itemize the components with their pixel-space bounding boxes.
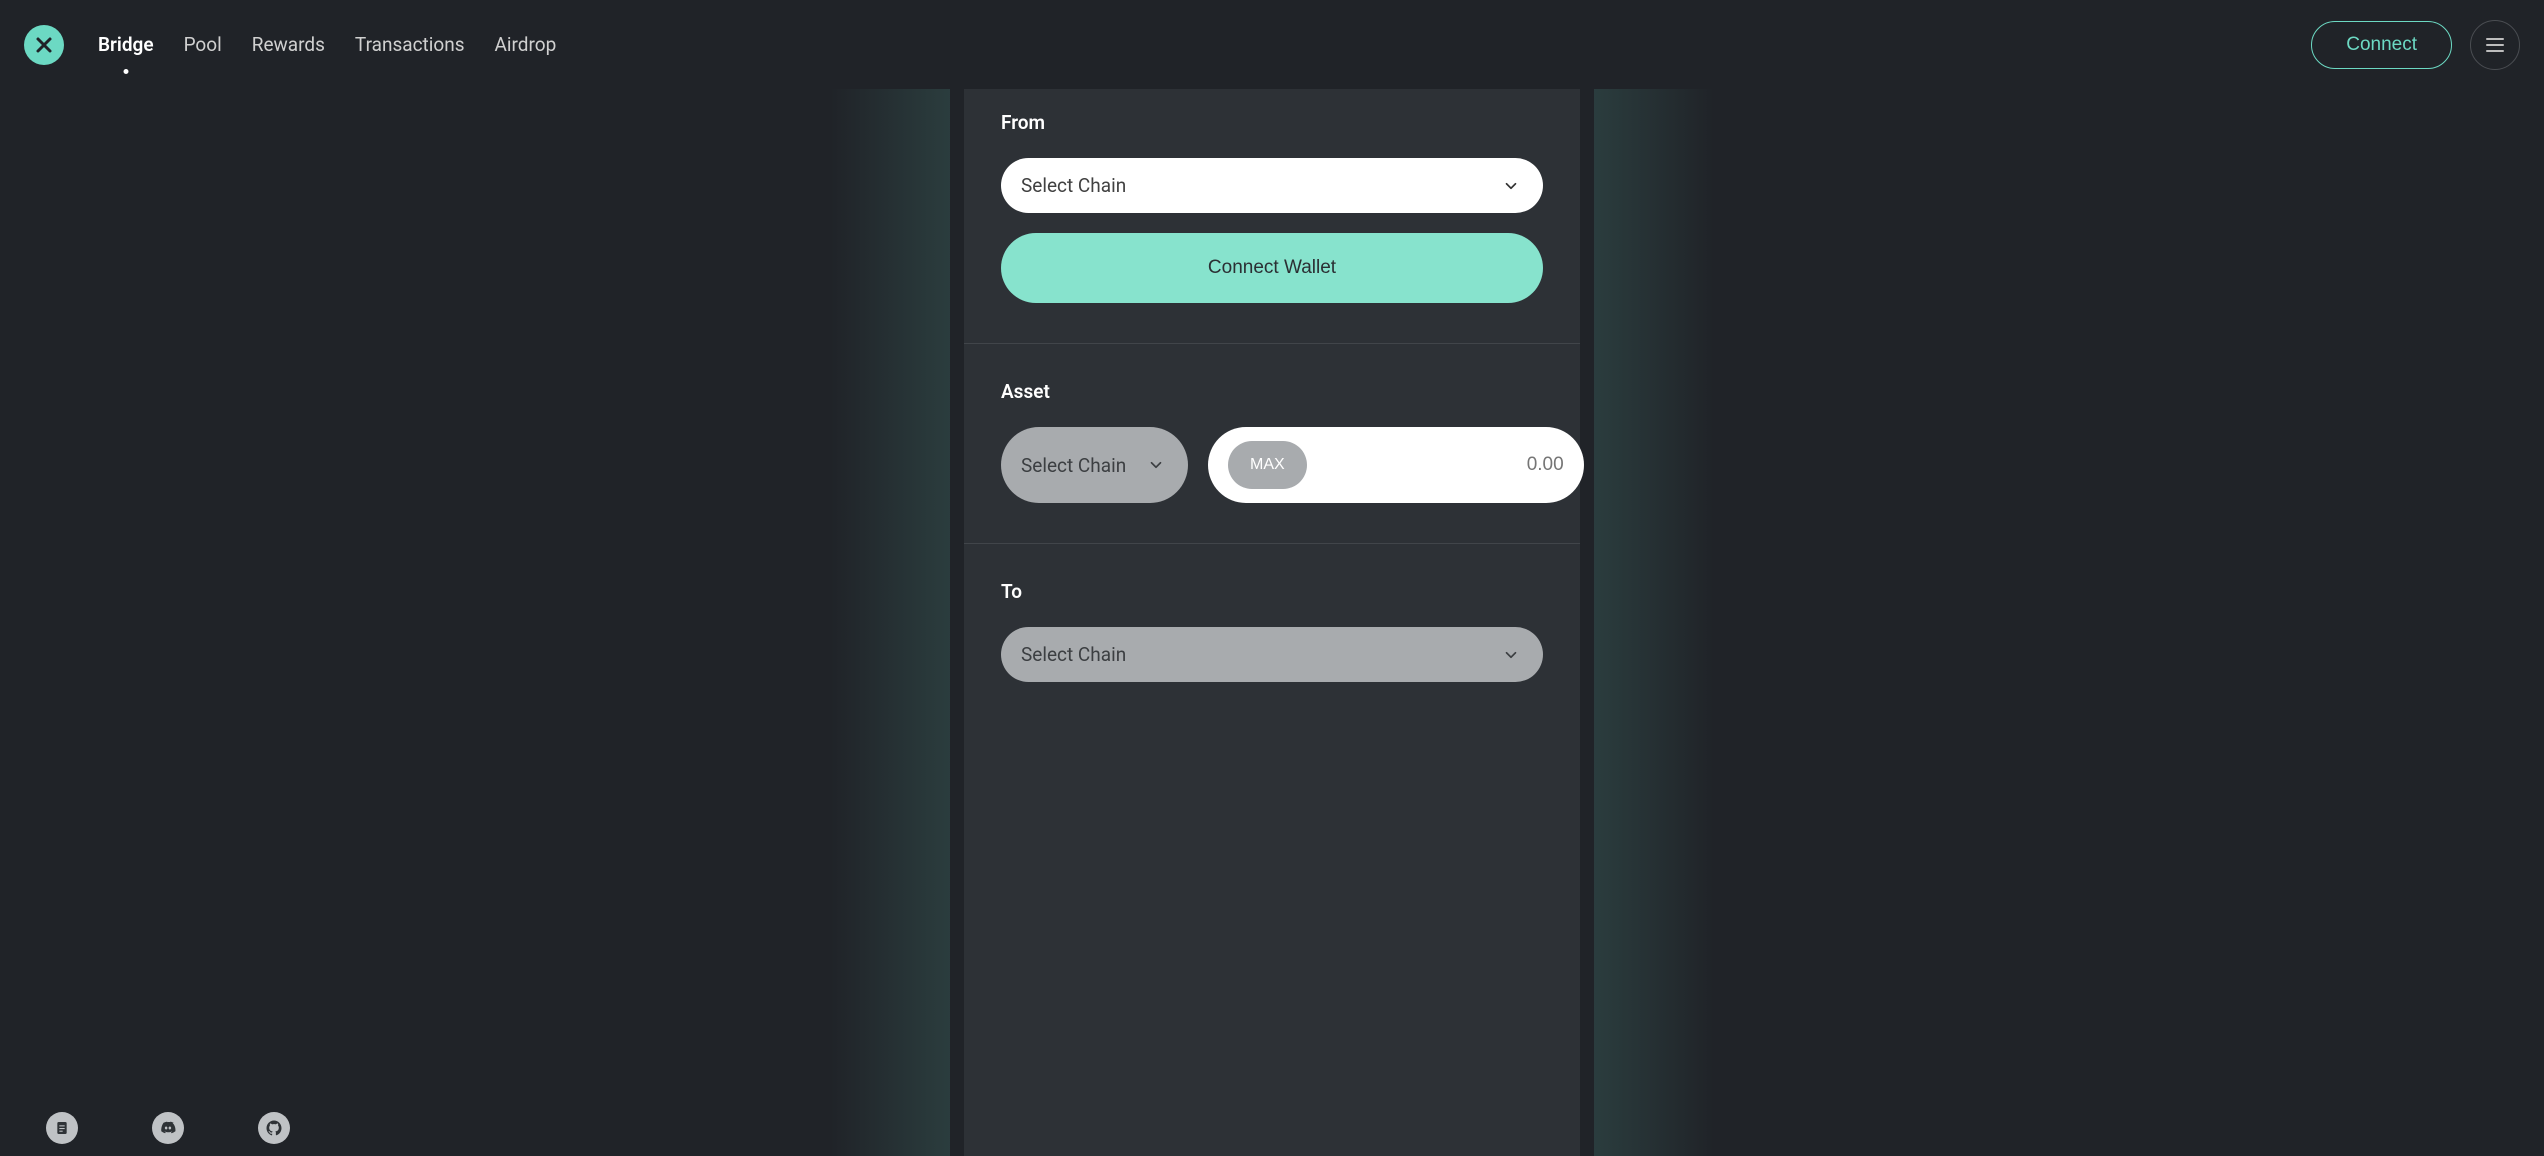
asset-row: Select Chain MAX [1001,427,1543,503]
main-area: From Select Chain Connect Wallet Asset S… [0,89,2544,1156]
to-chain-select-text: Select Chain [1021,643,1126,666]
asset-label: Asset [1001,380,1543,403]
to-chain-select[interactable]: Select Chain [1001,627,1543,682]
main-nav: Bridge Pool Rewards Transactions Airdrop [98,33,556,56]
chevron-down-icon [1501,176,1521,196]
app-header: Bridge Pool Rewards Transactions Airdrop… [0,0,2544,89]
chevron-down-icon [1146,455,1166,475]
asset-chain-select-text: Select Chain [1021,454,1126,477]
to-label: To [1001,580,1543,603]
nav-bridge[interactable]: Bridge [98,33,154,56]
panel-wrap: From Select Chain Connect Wallet Asset S… [897,89,1647,1156]
nav-pool[interactable]: Pool [184,33,222,56]
connect-button[interactable]: Connect [2311,21,2452,69]
nav-rewards[interactable]: Rewards [252,33,325,56]
chevron-down-icon [1501,645,1521,665]
amount-input[interactable] [1319,454,1564,476]
github-icon [265,1119,283,1137]
section-from: From Select Chain Connect Wallet [964,89,1580,344]
menu-button[interactable] [2470,20,2520,70]
asset-chain-select[interactable]: Select Chain [1001,427,1188,503]
max-button[interactable]: MAX [1228,441,1307,489]
nav-transactions[interactable]: Transactions [355,33,465,56]
nav-airdrop[interactable]: Airdrop [495,33,557,56]
hamburger-icon [2486,38,2504,52]
header-right: Connect [2311,20,2520,70]
from-chain-select[interactable]: Select Chain [1001,158,1543,213]
amount-box: MAX [1208,427,1584,503]
github-link[interactable] [258,1112,290,1144]
discord-icon [159,1119,177,1137]
glow-right [1594,89,1714,1156]
section-to: To Select Chain [964,544,1580,762]
document-icon [54,1120,70,1136]
app-logo[interactable] [24,25,64,65]
glow-left [830,89,950,1156]
social-strip [46,1112,290,1144]
docs-link[interactable] [46,1112,78,1144]
from-chain-select-text: Select Chain [1021,174,1126,197]
header-left: Bridge Pool Rewards Transactions Airdrop [24,25,556,65]
connect-wallet-button[interactable]: Connect Wallet [1001,233,1543,303]
logo-icon [34,35,54,55]
section-asset: Asset Select Chain MAX [964,344,1580,544]
from-label: From [1001,111,1543,134]
discord-link[interactable] [152,1112,184,1144]
bridge-panel: From Select Chain Connect Wallet Asset S… [964,89,1580,1156]
